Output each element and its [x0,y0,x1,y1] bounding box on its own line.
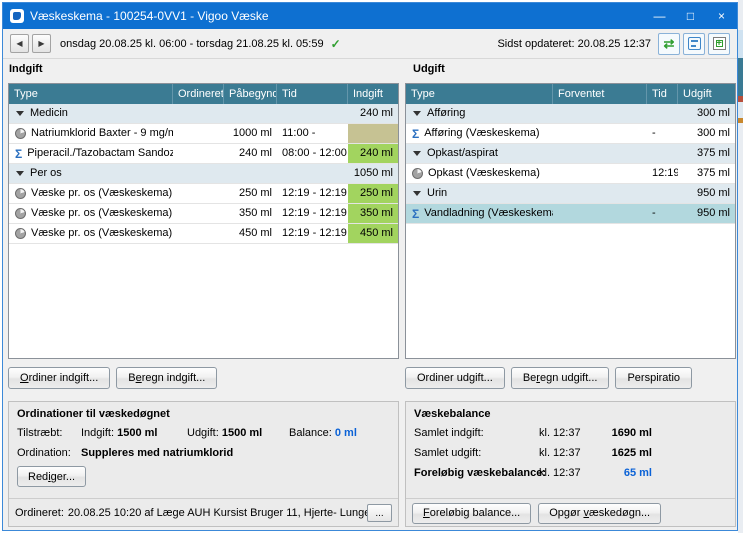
table-row-group-medicin[interactable]: Medicin 240 ml [9,104,398,124]
ordinationer-footer: Ordineret: 20.08.25 10:20 af Læge AUH Ku… [9,498,398,527]
table-row-group-affoering[interactable]: Afføring 300 ml [406,104,735,124]
column-header-paabegyndt[interactable]: Påbegyndt [224,84,277,104]
table-row-vandladning-selected[interactable]: ΣVandladning (Væskeskema) - 950 ml [406,204,735,224]
vaeskebalance-footer: Foreløbig balance... Opgør væskedøgn... [406,498,735,527]
tilstraebt-label: Tilstræbt: [17,427,62,439]
table-row-opkast[interactable]: Opkast (Væskeskema) 12:19 375 ml [406,164,735,184]
collapse-icon[interactable] [413,111,421,116]
ordiner-indgift-button[interactable]: Ordiner indgift... [8,367,110,389]
refresh-icon: ⇄ [664,37,675,50]
collapse-icon[interactable] [413,151,421,156]
ordination-label: Ordination: [17,447,71,459]
table-row-group-opkast[interactable]: Opkast/aspirat 375 ml [406,144,735,164]
forelobig-balance-value: 65 ml [574,467,652,479]
ordiner-udgift-button[interactable]: Ordiner udgift... [405,367,505,389]
check-icon: ✓ [331,37,341,51]
indgift-section-title: Indgift [9,63,43,75]
samlet-indgift-value: 1690 ml [574,427,652,439]
column-header-forventet[interactable]: Forventet [553,84,647,104]
table-row-vand[interactable]: Væske pr. os (Væskeskema) - Vand 450 ml … [9,224,398,244]
beregn-indgift-button[interactable]: Beregn indgift... [116,367,217,389]
perspiratio-button[interactable]: Perspiratio [615,367,692,389]
window-title: Væskeskema - 100254-0VV1 - Vigoo Væske [30,9,269,23]
app-icon [10,9,24,23]
table-row-affoering[interactable]: ΣAfføring (Væskeskema) - 300 ml [406,124,735,144]
indgift-table-header: Type Ordineret Påbegyndt Tid Indgift [9,84,398,104]
ordineret-label: Ordineret: [15,507,64,519]
sum-icon: Σ [412,128,419,140]
samlet-udgift-value: 1625 ml [574,447,652,459]
date-settings-button[interactable] [683,33,705,55]
refresh-button[interactable]: ⇄ [658,33,680,55]
collapse-icon[interactable] [16,111,24,116]
infusion-progress-icon [15,228,26,239]
ordinationer-panel-title: Ordinationer til væskedøgnet [17,408,170,420]
previous-day-button[interactable]: ◀ [10,34,29,53]
next-day-button[interactable]: ▶ [32,34,51,53]
column-header-udgift[interactable]: Udgift [678,84,735,104]
forelobig-balance-label: Foreløbig væskebalance: [414,467,546,479]
udgift-table: Type Forventet Tid Udgift Afføring 300 m… [405,83,736,359]
sum-icon: Σ [412,208,419,220]
forelobig-balance-button[interactable]: Foreløbig balance... [412,503,531,524]
udgift-table-header: Type Forventet Tid Udgift [406,84,735,104]
background-window-sliver [738,0,743,533]
infusion-progress-icon [15,128,26,139]
indgift-table: Type Ordineret Påbegyndt Tid Indgift Med… [8,83,399,359]
table-row-natriumklorid[interactable]: Natriumklorid Baxter - 9 mg/ml 1000 ml 1… [9,124,398,144]
column-header-type[interactable]: Type [406,84,553,104]
beregn-udgift-button[interactable]: Beregn udgift... [511,367,610,389]
table-row-group-urin[interactable]: Urin 950 ml [406,184,735,204]
last-updated-label: Sidst opdateret: 20.08.25 12:37 [497,38,651,50]
minimize-button[interactable]: — [644,3,675,29]
ordinationer-panel: Ordinationer til væskedøgnet Tilstræbt: … [8,401,399,527]
table-row-kaffe[interactable]: Væske pr. os (Væskeskema) - Kaff... 350 … [9,204,398,224]
table-row-piperacil[interactable]: ΣPiperacil./Tazobactam Sandoz (4 g... 24… [9,144,398,164]
open-new-window-icon [713,37,726,50]
column-header-type[interactable]: Type [9,84,173,104]
tilstraebt-indgift: Indgift: 1500 ml [81,427,157,439]
calendar-icon [688,37,701,50]
vaeskeskema-window: Væskeskema - 100254-0VV1 - Vigoo Væske —… [2,2,738,531]
close-button[interactable]: × [706,3,737,29]
arrow-right-icon: ▶ [38,39,44,48]
ordination-value: Suppleres med natriumklorid [81,447,233,459]
titlebar: Væskeskema - 100254-0VV1 - Vigoo Væske —… [3,3,737,29]
date-range-label: onsdag 20.08.25 kl. 06:00 - torsdag 21.0… [60,38,324,50]
maximize-button[interactable]: □ [675,3,706,29]
infusion-progress-icon [15,208,26,219]
toolbar: ◀ ▶ onsdag 20.08.25 kl. 06:00 - torsdag … [3,29,737,59]
tilstraebt-balance: Balance: 0 ml [289,427,357,439]
collapse-icon[interactable] [16,171,24,176]
vaeskebalance-panel-title: Væskebalance [414,408,490,420]
opgor-vaeskedogn-button[interactable]: Opgør væskedøgn... [538,503,661,524]
column-header-indgift[interactable]: Indgift [348,84,398,104]
table-row-group-per-os[interactable]: Per os 1050 ml [9,164,398,184]
samlet-indgift-label: Samlet indgift: [414,427,484,439]
column-header-ordineret[interactable]: Ordineret [173,84,224,104]
tilstraebt-udgift: Udgift: 1500 ml [187,427,262,439]
column-header-tid[interactable]: Tid [647,84,678,104]
rediger-button[interactable]: Rediger... [17,466,86,487]
infusion-progress-icon [412,168,423,179]
ordineret-text: 20.08.25 10:20 af Læge AUH Kursist Bruge… [68,507,367,519]
column-header-tid[interactable]: Tid [277,84,348,104]
infusion-progress-icon [15,188,26,199]
samlet-udgift-label: Samlet udgift: [414,447,481,459]
expand-button[interactable] [708,33,730,55]
more-details-button[interactable]: ... [367,504,392,522]
sum-icon: Σ [15,148,22,160]
vaeskebalance-panel: Væskebalance Samlet indgift: kl. 12:37 1… [405,401,736,527]
udgift-section-title: Udgift [413,63,445,75]
arrow-left-icon: ◀ [16,39,22,48]
table-row-juice[interactable]: Væske pr. os (Væskeskema) - Juice 250 ml… [9,184,398,204]
collapse-icon[interactable] [413,191,421,196]
